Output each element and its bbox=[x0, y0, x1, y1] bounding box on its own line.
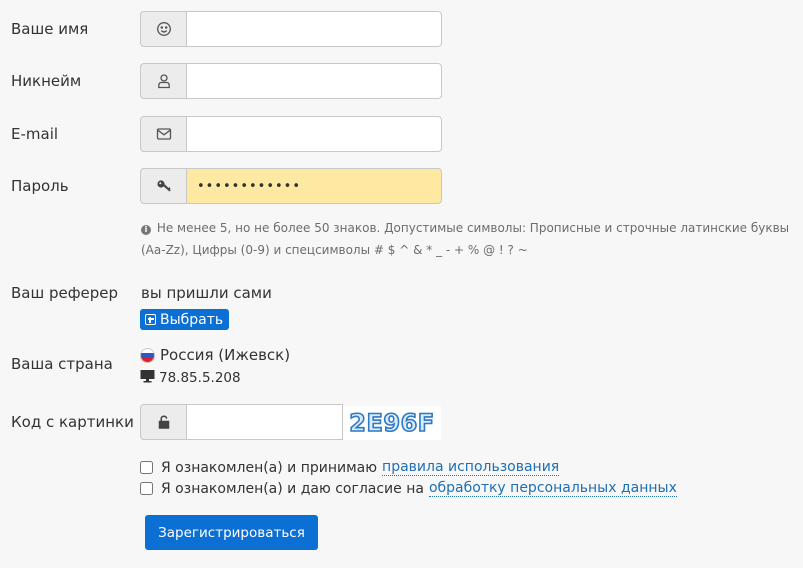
nickname-input-group bbox=[140, 63, 442, 99]
smile-icon bbox=[140, 11, 186, 47]
email-input-group bbox=[140, 116, 442, 152]
agree-privacy-row: Я ознакомлен(а) и даю согласие на обрабо… bbox=[140, 480, 677, 497]
register-button[interactable]: Зарегистрироваться bbox=[145, 515, 318, 550]
user-icon bbox=[140, 63, 186, 99]
password-label: Пароль bbox=[11, 177, 69, 195]
privacy-link[interactable]: обработку персональных данных bbox=[428, 480, 677, 497]
referrer-value: вы пришли сами bbox=[141, 284, 272, 302]
country-info: Россия (Ижевск) bbox=[140, 346, 290, 364]
name-input[interactable] bbox=[186, 11, 442, 47]
captcha-label: Код с картинки bbox=[11, 413, 134, 431]
unlock-icon bbox=[140, 404, 186, 440]
email-label: E-mail bbox=[11, 125, 59, 143]
ip-value: 78.85.5.208 bbox=[159, 370, 241, 386]
agree-privacy-text: Я ознакомлен(а) и даю согласие на bbox=[161, 480, 424, 497]
password-hint-text: Не менее 5, но не более 50 знаков. Допус… bbox=[141, 221, 790, 257]
select-referrer-label: Выбрать bbox=[160, 311, 224, 328]
select-referrer-button[interactable]: Выбрать bbox=[140, 309, 230, 330]
plus-square-icon bbox=[145, 314, 156, 325]
password-input[interactable] bbox=[186, 168, 442, 204]
agree-terms-text: Я ознакомлен(а) и принимаю bbox=[161, 459, 378, 476]
captcha-image-text: 2E96F bbox=[348, 408, 435, 438]
name-input-group bbox=[140, 11, 442, 47]
referrer-label: Ваш реферер bbox=[11, 284, 119, 302]
password-hint: i Не менее 5, но не более 50 знаков. Доп… bbox=[141, 217, 791, 261]
agree-privacy-checkbox[interactable] bbox=[140, 482, 153, 495]
captcha-input-group bbox=[140, 404, 343, 440]
envelope-icon bbox=[140, 116, 186, 152]
key-icon bbox=[140, 168, 186, 204]
captcha-image[interactable]: 2E96F bbox=[343, 406, 441, 440]
info-icon: i bbox=[141, 225, 151, 235]
nickname-label: Никнейм bbox=[11, 72, 82, 90]
ip-info: 78.85.5.208 bbox=[140, 369, 241, 387]
terms-link[interactable]: правила использования bbox=[382, 459, 560, 476]
country-value: Россия (Ижевск) bbox=[160, 346, 291, 364]
agree-terms-row: Я ознакомлен(а) и принимаю правила испол… bbox=[140, 459, 560, 476]
monitor-icon bbox=[140, 369, 155, 387]
russia-flag-icon bbox=[140, 347, 155, 363]
nickname-input[interactable] bbox=[186, 63, 442, 99]
email-input[interactable] bbox=[186, 116, 442, 152]
password-input-group bbox=[140, 168, 442, 204]
country-label: Ваша страна bbox=[11, 355, 113, 373]
name-label: Ваше имя bbox=[11, 20, 89, 38]
captcha-input[interactable] bbox=[186, 404, 343, 440]
agree-terms-checkbox[interactable] bbox=[140, 461, 153, 474]
